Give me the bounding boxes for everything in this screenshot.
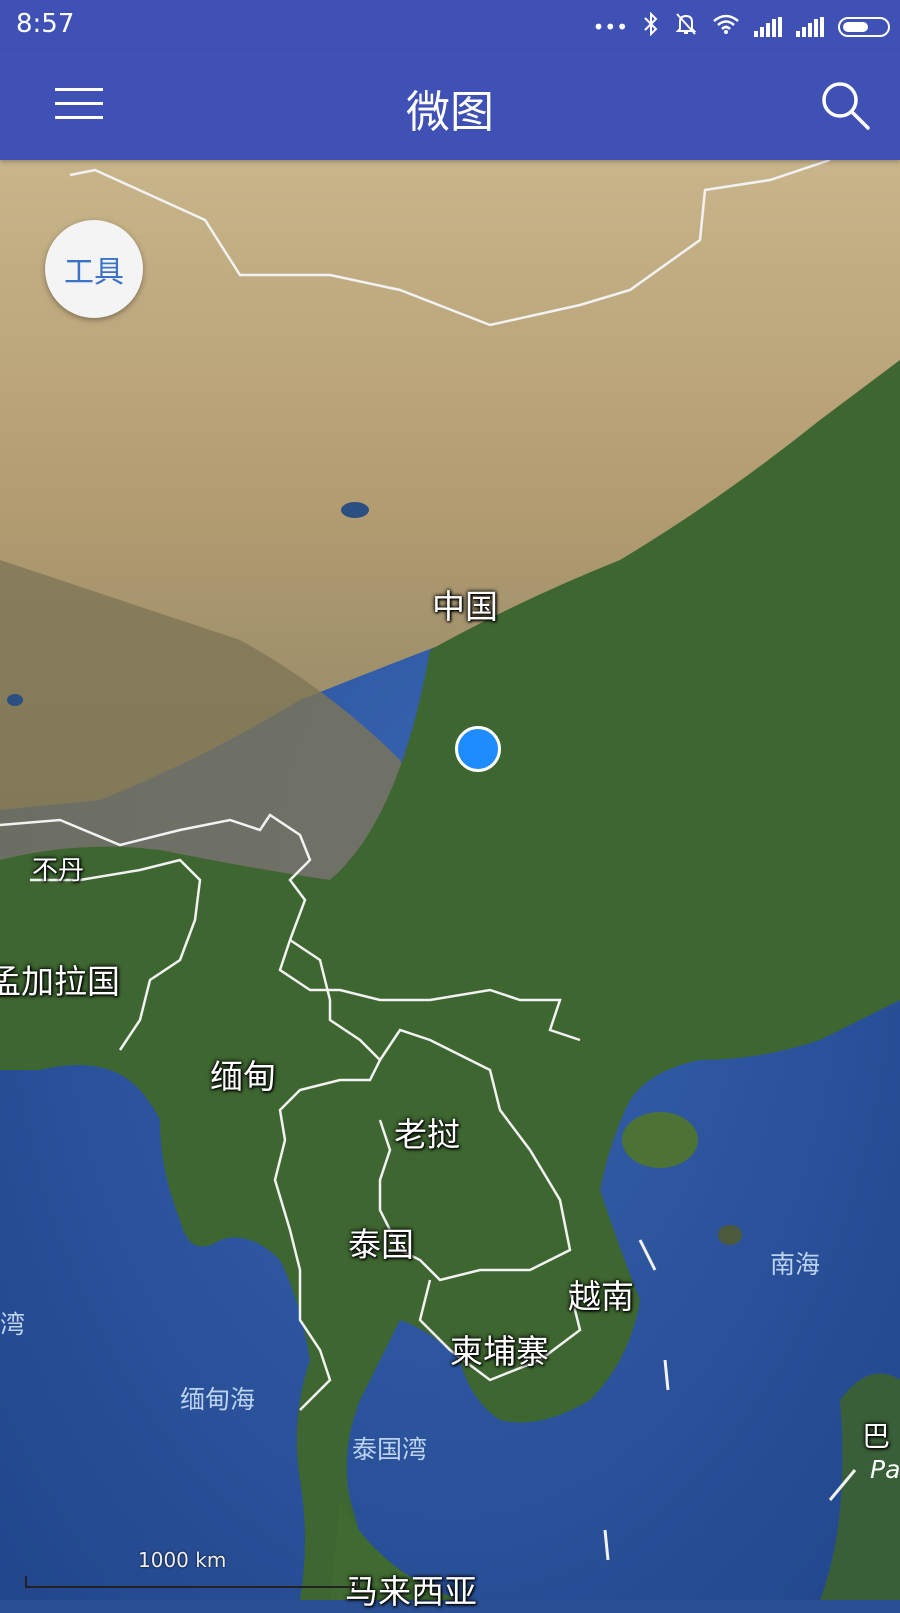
- map-label-papua: 巴: [862, 1420, 891, 1453]
- battery-icon: [838, 16, 890, 37]
- signal-icon: [796, 16, 824, 37]
- tools-button[interactable]: 工具: [45, 220, 143, 318]
- scale-label: 1000 km: [138, 1548, 227, 1572]
- map-label-gulf-of-thailand: 泰国湾: [352, 1435, 428, 1464]
- hainan-island: [622, 1112, 698, 1168]
- wifi-icon: [712, 13, 740, 40]
- status-time: 8:57: [16, 9, 75, 39]
- map-label-malaysia: 马来西亚: [345, 1572, 477, 1611]
- dots-icon: •••: [592, 14, 628, 39]
- map-label-bay: 湾: [0, 1310, 26, 1339]
- map-label-andaman-sea: 缅甸海: [180, 1385, 256, 1414]
- status-bar: 8:57 •••: [0, 0, 900, 50]
- map-label-bangladesh: 孟加拉国: [0, 962, 120, 1001]
- map-label-papua-en: Pa: [870, 1455, 900, 1484]
- app-title: 微图: [406, 87, 494, 138]
- satellite-map: [0, 160, 900, 1600]
- map-label-south-china-sea: 南海: [770, 1250, 821, 1279]
- search-icon[interactable]: [818, 78, 872, 132]
- bluetooth-icon: [642, 11, 660, 41]
- signal-icon: [754, 16, 782, 37]
- current-location-marker[interactable]: [455, 726, 501, 772]
- scale-bar: [25, 1572, 360, 1588]
- map-label-thailand: 泰国: [348, 1225, 414, 1264]
- mute-icon: [674, 12, 698, 41]
- status-icons: •••: [592, 11, 890, 41]
- map-label-china: 中国: [432, 587, 498, 626]
- map-label-vietnam: 越南: [568, 1277, 634, 1316]
- map-label-cambodia: 柬埔寨: [450, 1332, 549, 1371]
- map-label-myanmar: 缅甸: [210, 1057, 276, 1096]
- map-view[interactable]: [0, 160, 900, 1600]
- map-label-bhutan: 不丹: [32, 856, 85, 886]
- map-label-laos: 老挝: [394, 1115, 460, 1154]
- app-bar: 微图: [0, 50, 900, 160]
